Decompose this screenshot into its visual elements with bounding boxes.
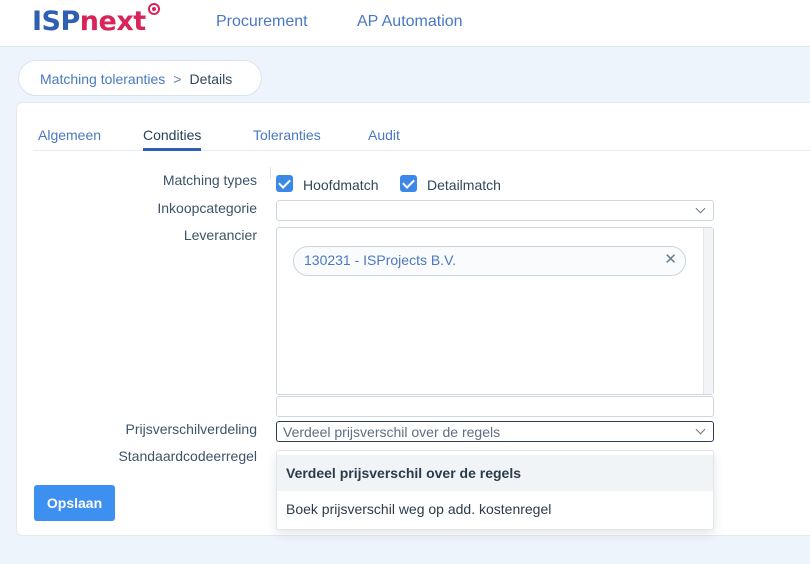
leverancier-multiselect[interactable]: 130231 - ISProjects B.V. ✕ [276, 227, 714, 395]
checkbox-label-detailmatch: Detailmatch [427, 177, 501, 193]
logo-badge-icon [148, 3, 160, 15]
logo-text-isp: ISP [32, 6, 80, 37]
breadcrumb-separator: > [173, 71, 182, 87]
label-inkoopcategorie: Inkoopcategorie [157, 200, 257, 216]
top-navigation-bar: ISPnext Procurement AP Automation [0, 0, 810, 47]
tab-toleranties[interactable]: Toleranties [253, 127, 321, 151]
chevron-down-icon [695, 203, 706, 214]
details-card: Algemeen Condities Toleranties Audit Mat… [16, 102, 810, 536]
leverancier-scrollbar[interactable] [703, 228, 713, 394]
save-button[interactable]: Opslaan [34, 485, 115, 521]
breadcrumb: Matching toleranties > Details [18, 60, 262, 96]
selected-supplier-chip: 130231 - ISProjects B.V. ✕ [293, 246, 686, 276]
field-divider [270, 167, 271, 179]
checkbox-detailmatch[interactable] [400, 175, 417, 192]
label-prijsverschilverdeling: Prijsverschilverdeling [125, 421, 258, 437]
prijsverschilverdeling-dropdown: Verdeel prijsverschil over de regels Boe… [276, 450, 714, 530]
breadcrumb-current: Details [189, 71, 233, 87]
remove-chip-close-icon[interactable]: ✕ [664, 250, 677, 268]
label-standaardcodeerregel: Standaardcodeerregel [118, 448, 257, 464]
tab-audit[interactable]: Audit [368, 127, 400, 151]
inkoopcategorie-select[interactable] [276, 200, 714, 221]
label-matching-types: Matching types [162, 172, 257, 188]
prijsverschilverdeling-value: Verdeel prijsverschil over de regels [283, 424, 501, 440]
selected-supplier-label: 130231 - ISProjects B.V. [304, 252, 457, 268]
chevron-down-icon [695, 424, 706, 435]
leverancier-search-input[interactable] [276, 396, 714, 417]
prijsverschilverdeling-select[interactable]: Verdeel prijsverschil over de regels [276, 421, 714, 442]
checkbox-label-hoofdmatch: Hoofdmatch [303, 177, 379, 193]
checkbox-hoofdmatch[interactable] [276, 175, 293, 192]
logo-text-next: next [79, 6, 146, 37]
tab-algemeen[interactable]: Algemeen [38, 127, 101, 151]
tab-condities[interactable]: Condities [143, 127, 202, 151]
label-leverancier: Leverancier [183, 227, 257, 243]
ispnext-logo[interactable]: ISPnext [32, 6, 146, 37]
dropdown-option-boek[interactable]: Boek prijsverschil weg op add. kostenreg… [277, 491, 713, 527]
nav-procurement[interactable]: Procurement [216, 13, 308, 31]
breadcrumb-link-matching-toleranties[interactable]: Matching toleranties [40, 71, 165, 87]
nav-ap-automation[interactable]: AP Automation [357, 13, 463, 31]
dropdown-option-verdeel[interactable]: Verdeel prijsverschil over de regels [277, 455, 713, 491]
tab-bar: Algemeen Condities Toleranties Audit [33, 127, 810, 151]
